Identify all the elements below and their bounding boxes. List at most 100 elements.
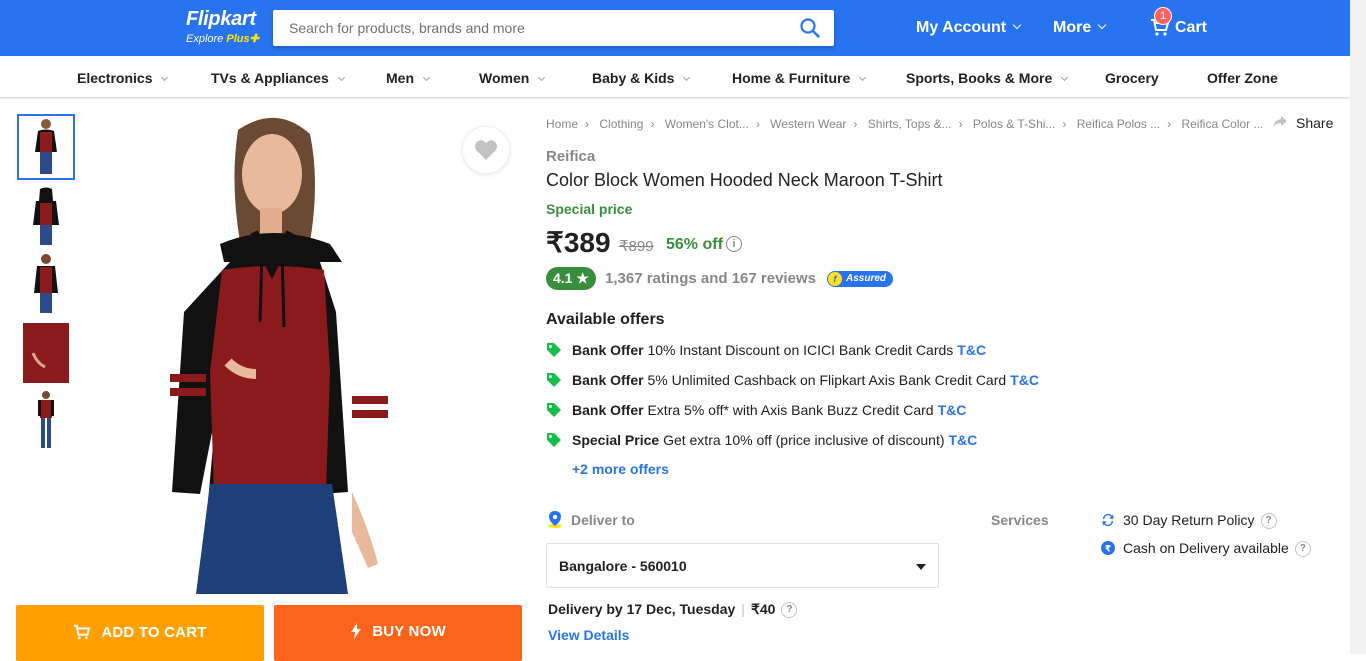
category-women[interactable]: Women [479, 70, 546, 86]
delivery-date: Delivery by 17 Dec, Tuesday | ₹40? [548, 601, 798, 619]
chevron-down-icon [1097, 20, 1107, 30]
tag-icon [547, 433, 561, 448]
breadcrumb-item[interactable]: Polos & T-Shi... [973, 117, 1055, 131]
location-pin-icon [548, 511, 562, 529]
cart-icon [74, 624, 91, 640]
thumbnail-4[interactable] [17, 320, 75, 386]
svg-text:₹: ₹ [1105, 545, 1111, 555]
thumbnail-3[interactable] [17, 251, 75, 317]
cart-count-badge: 1 [1154, 7, 1172, 25]
rupee-icon: ₹ [1101, 541, 1115, 556]
product-title: Color Block Women Hooded Neck Maroon T-S… [546, 170, 943, 190]
view-details-link[interactable]: View Details [548, 627, 629, 643]
tag-icon [547, 403, 561, 418]
heart-icon [475, 140, 497, 160]
wishlist-button[interactable] [462, 126, 510, 174]
logo-plus: Plus [226, 33, 250, 45]
pincode-dropdown[interactable]: Bangalore - 560010 [546, 543, 939, 588]
breadcrumb: Home › Clothing › Women's Clot... › Western… [546, 117, 1264, 131]
delivery-charge: ₹40 [750, 601, 776, 617]
breadcrumb-item[interactable]: Home [546, 117, 578, 131]
services-heading: Services [991, 512, 1049, 528]
category-offer-zone[interactable]: Offer Zone [1207, 70, 1278, 86]
search-icon[interactable] [800, 18, 820, 38]
rating-badge[interactable]: 4.1 ★ [546, 267, 596, 290]
offer-item: Bank Offer Extra 5% off* with Axis Bank … [546, 402, 966, 419]
terms-link[interactable]: T&C [1010, 372, 1039, 388]
plus-icon: ✚ [249, 33, 259, 45]
category-electronics[interactable]: Electronics [77, 70, 169, 86]
ratings-reviews-count[interactable]: 1,367 ratings and 167 reviews [605, 270, 816, 287]
product-brand[interactable]: Reifica [546, 148, 595, 165]
chevron-down-icon [1012, 20, 1022, 30]
chevron-down-icon [1061, 73, 1069, 82]
assured-badge: f Assured [827, 271, 893, 287]
product-mrp: ₹899 [619, 238, 654, 255]
category-baby-kids[interactable]: Baby & Kids [592, 70, 691, 86]
add-to-cart-button[interactable]: ADD TO CART [16, 605, 264, 661]
help-icon[interactable]: ? [1260, 513, 1277, 530]
share-button[interactable]: Share [1272, 115, 1333, 131]
offers-heading: Available offers [546, 311, 665, 328]
cart-link[interactable]: Cart [1175, 19, 1207, 37]
chevron-down-icon [683, 73, 691, 82]
category-tvs-appliances[interactable]: TVs & Appliances [211, 70, 345, 86]
thumbnail-2[interactable] [17, 184, 75, 250]
breadcrumb-item[interactable]: Women's Clot... [665, 117, 749, 131]
flipkart-logo[interactable]: Flipkart Explore Plus✚ [186, 8, 259, 45]
offer-item: Bank Offer 5% Unlimited Cashback on Flip… [546, 372, 1039, 389]
thumbnail-image [35, 119, 57, 174]
logo-tagline: Explore Plus✚ [186, 33, 259, 45]
category-grocery[interactable]: Grocery [1105, 70, 1159, 86]
share-icon [1273, 116, 1287, 129]
terms-link[interactable]: T&C [949, 432, 978, 448]
my-account-menu[interactable]: My Account [916, 19, 1022, 37]
category-men[interactable]: Men [386, 70, 431, 86]
chevron-down-icon [859, 73, 867, 82]
thumbnail-image [23, 323, 69, 383]
chevron-down-icon [161, 73, 169, 82]
product-main-image[interactable] [160, 112, 396, 594]
category-sports-books[interactable]: Sports, Books & More [906, 70, 1069, 86]
thumbnail-1[interactable] [17, 114, 75, 180]
thumbnail-image [34, 254, 58, 313]
chevron-down-icon [422, 73, 431, 82]
search-bar [273, 10, 834, 46]
more-offers-link[interactable]: +2 more offers [572, 461, 669, 477]
help-icon[interactable]: ? [1294, 541, 1311, 558]
page-scrollbar[interactable] [1350, 0, 1366, 654]
category-home-furniture[interactable]: Home & Furniture [732, 70, 867, 86]
buy-now-button[interactable]: BUY NOW [274, 605, 522, 661]
search-input[interactable] [273, 10, 793, 46]
offer-item: Bank Offer 10% Instant Discount on ICICI… [546, 342, 986, 359]
tag-icon [547, 373, 561, 388]
thumbnail-image [38, 391, 54, 448]
thumbnail-image [33, 187, 59, 245]
breadcrumb-item[interactable]: Reifica Color ... [1181, 117, 1263, 131]
breadcrumb-item[interactable]: Clothing [599, 117, 643, 131]
flipkart-f-icon: f [828, 272, 842, 286]
discount-percent: 56% off [666, 236, 723, 253]
star-icon: ★ [576, 270, 589, 286]
product-price: ₹389 [546, 227, 611, 258]
help-icon[interactable]: ? [781, 602, 798, 619]
tag-icon [547, 343, 561, 358]
category-bar: Electronics TVs & Appliances Men Women B… [0, 56, 1350, 98]
terms-link[interactable]: T&C [938, 402, 967, 418]
terms-link[interactable]: T&C [957, 342, 986, 358]
caret-down-icon [916, 564, 926, 570]
chevron-down-icon [538, 73, 546, 82]
thumbnail-5[interactable] [17, 388, 75, 454]
service-item: ₹ Cash on Delivery available? [1101, 540, 1311, 558]
breadcrumb-item[interactable]: Western Wear [770, 117, 846, 131]
breadcrumb-item[interactable]: Reifica Polos ... [1077, 117, 1160, 131]
lightning-icon [351, 623, 362, 639]
info-icon[interactable]: i [726, 236, 742, 252]
return-icon [1102, 514, 1114, 527]
service-item: 30 Day Return Policy? [1101, 512, 1277, 530]
breadcrumb-item[interactable]: Shirts, Tops &... [868, 117, 952, 131]
chevron-down-icon [337, 73, 345, 82]
special-price-label: Special price [546, 201, 633, 217]
deliver-to-label: Deliver to [547, 511, 635, 530]
more-menu[interactable]: More [1053, 19, 1107, 37]
